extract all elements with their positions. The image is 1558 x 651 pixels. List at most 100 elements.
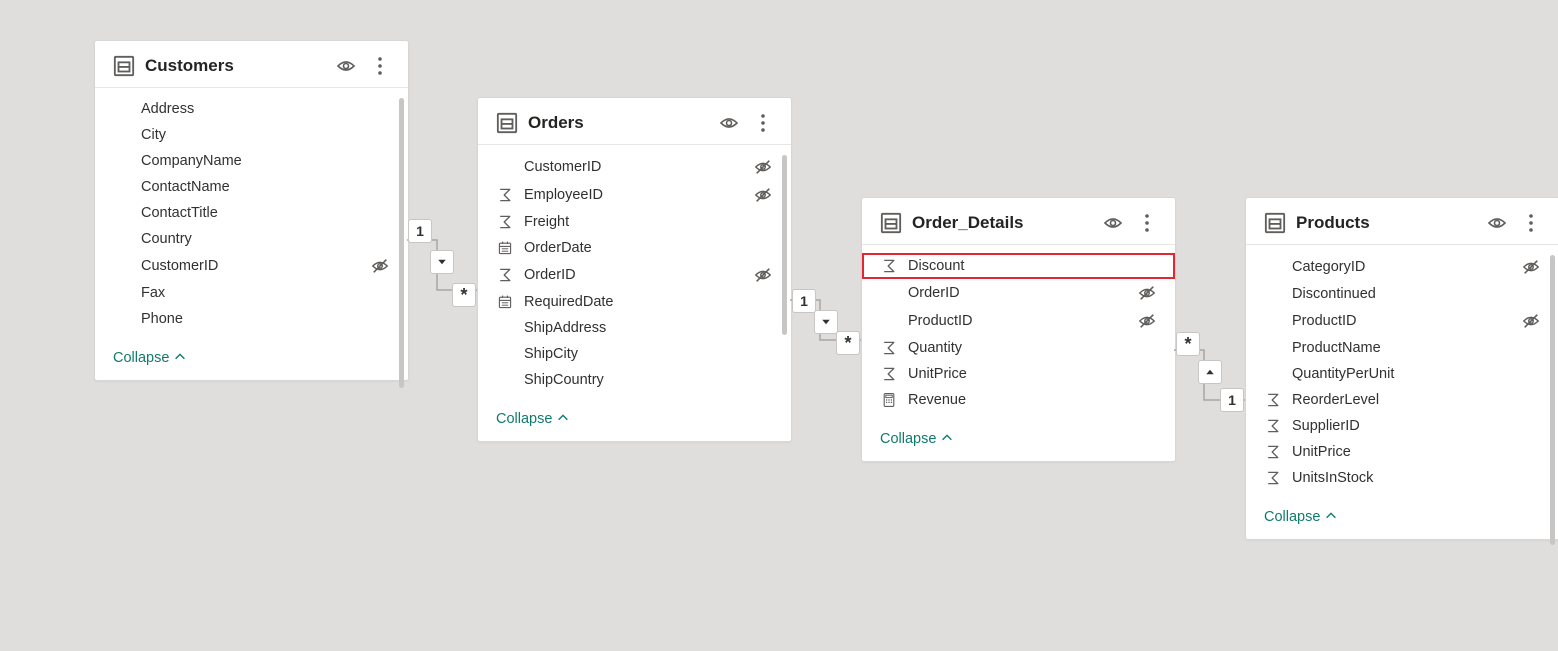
field-row[interactable]: EmployeeID [478,181,791,209]
table-orders[interactable]: Orders CustomerID EmployeeID Freight OrderD… [477,97,792,442]
field-name: ContactTitle [141,205,360,221]
scrollbar[interactable] [399,98,404,388]
scrollbar[interactable] [1550,255,1555,545]
field-name: CustomerID [524,159,743,175]
field-row[interactable]: Country [95,226,408,252]
field-name: RequiredDate [524,294,743,310]
sum-icon [1264,444,1282,460]
field-name: Address [141,101,360,117]
chevron-up-icon [940,431,954,445]
field-row[interactable]: UnitPrice [1246,439,1558,465]
calc-icon [880,392,898,408]
field-row[interactable]: Address [95,96,408,122]
field-name: ReorderLevel [1292,392,1511,408]
field-row[interactable]: UnitsInStock [1246,465,1558,491]
more-options-icon[interactable] [1137,213,1157,233]
field-row[interactable]: QuantityPerUnit [1246,361,1558,387]
field-name: ProductID [1292,313,1511,329]
more-options-icon[interactable] [1521,213,1541,233]
field-row[interactable]: Quantity [862,335,1175,361]
collapse-button[interactable]: Collapse [478,399,791,441]
field-row[interactable]: ShipCity [478,341,791,367]
field-name: Country [141,231,360,247]
filter-direction-icon [430,250,454,274]
field-row[interactable]: Fax [95,280,408,306]
field-name: OrderDate [524,240,743,256]
field-row[interactable]: ProductName [1246,335,1558,361]
field-name: SupplierID [1292,418,1511,434]
hidden-icon [1137,284,1157,302]
chevron-up-icon [1324,509,1338,523]
more-options-icon[interactable] [753,113,773,133]
field-row[interactable]: ReorderLevel [1246,387,1558,413]
field-row[interactable]: Discontinued [1246,281,1558,307]
field-row[interactable]: SupplierID [1246,413,1558,439]
field-row[interactable]: City [95,122,408,148]
table-products[interactable]: Products CategoryID Discontinued ProductID… [1245,197,1558,540]
scrollbar[interactable] [782,155,787,335]
table-order-details[interactable]: Order_Details Discount OrderID ProductID Qu… [861,197,1176,462]
field-row[interactable]: OrderID [478,261,791,289]
field-row[interactable]: CustomerID [95,252,408,280]
field-row[interactable]: ContactTitle [95,200,408,226]
model-canvas[interactable]: 1 * 1 * * 1 Customers AddressCityCompany… [0,0,1558,651]
table-icon [496,112,518,134]
field-row[interactable]: Revenue [862,387,1175,413]
more-options-icon[interactable] [370,56,390,76]
field-row[interactable]: ProductID [1246,307,1558,335]
collapse-label: Collapse [496,411,552,427]
table-header[interactable]: Orders [478,98,791,145]
sum-icon [880,258,898,274]
table-customers[interactable]: Customers Address City CompanyName ContactN… [94,40,409,381]
sum-icon [496,267,514,283]
field-name: ProductID [908,313,1127,329]
table-header[interactable]: Order_Details [862,198,1175,245]
table-icon [113,55,135,77]
fields-list: Address City CompanyName ContactName Contact… [95,88,408,338]
field-row[interactable]: UnitPrice [862,361,1175,387]
visibility-icon[interactable] [719,113,739,133]
field-name: ShipCity [524,346,743,362]
chevron-up-icon [556,411,570,425]
table-header[interactable]: Products [1246,198,1558,245]
field-row[interactable]: ProductID [862,307,1175,335]
cardinality-many: * [452,283,476,307]
field-row[interactable]: ContactName [95,174,408,200]
field-name: ShipAddress [524,320,743,336]
field-row[interactable]: Phone [95,306,408,332]
sum-icon [1264,392,1282,408]
sum-icon [880,340,898,356]
field-row[interactable]: ShipAddress [478,315,791,341]
visibility-icon[interactable] [336,56,356,76]
field-name: Revenue [908,392,1127,408]
field-row[interactable]: CompanyName [95,148,408,174]
table-title: Orders [528,113,709,133]
field-name: ProductName [1292,340,1511,356]
cardinality-one: 1 [408,219,432,243]
field-name: CompanyName [141,153,360,169]
field-row[interactable]: CustomerID [478,153,791,181]
field-row[interactable]: Discount [862,253,1175,279]
field-name: CategoryID [1292,259,1511,275]
collapse-button[interactable]: Collapse [1246,497,1558,539]
field-row[interactable]: OrderID [862,279,1175,307]
filter-direction-icon [814,310,838,334]
field-name: OrderID [908,285,1127,301]
visibility-icon[interactable] [1103,213,1123,233]
field-row[interactable]: CategoryID [1246,253,1558,281]
visibility-icon[interactable] [1487,213,1507,233]
collapse-button[interactable]: Collapse [862,419,1175,461]
table-icon [880,212,902,234]
collapse-label: Collapse [1264,509,1320,525]
table-header[interactable]: Customers [95,41,408,88]
table-title: Order_Details [912,213,1093,233]
field-row[interactable]: OrderDate [478,235,791,261]
field-row[interactable]: ShipCountry [478,367,791,393]
hidden-icon [1521,258,1541,276]
fields-list: CategoryID Discontinued ProductID ProductNa… [1246,245,1558,497]
field-row[interactable]: RequiredDate [478,289,791,315]
collapse-button[interactable]: Collapse [95,338,408,380]
field-name: UnitPrice [1292,444,1511,460]
field-name: Freight [524,214,743,230]
field-row[interactable]: Freight [478,209,791,235]
